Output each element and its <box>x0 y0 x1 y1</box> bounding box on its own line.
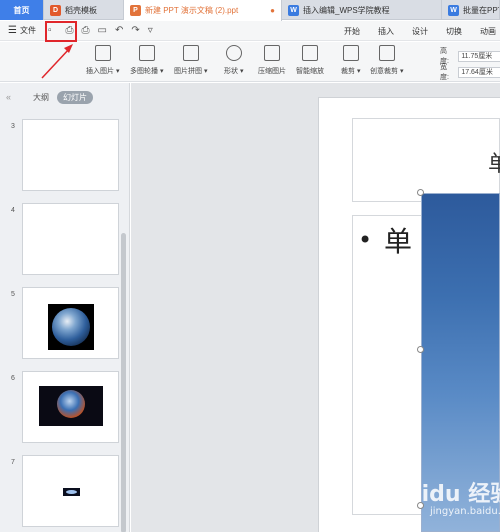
creative-crop-label: 创意裁剪 ▾ <box>370 68 404 75</box>
tab-home[interactable]: 首页 <box>0 0 44 20</box>
slide-number: 7 <box>11 459 15 466</box>
shape-icon <box>225 45 242 61</box>
slide-number: 5 <box>11 291 15 298</box>
print-icon[interactable]: ⎙ <box>82 25 90 36</box>
quick-access-more-icon[interactable]: ▿ <box>148 25 153 36</box>
resize-handle-middle-left[interactable] <box>417 346 424 353</box>
bullet-icon: • <box>358 226 373 254</box>
watermark-sub: jingyan.baidu.com <box>430 506 500 517</box>
slide-number: 4 <box>11 207 15 214</box>
compress-label: 压缩图片 <box>258 68 286 75</box>
slide-panel-tabs: « 大纲 幻灯片 <box>0 83 130 111</box>
docer-icon: D <box>50 4 61 16</box>
insert-image-button[interactable]: 插入图片 ▾ <box>86 45 119 76</box>
width-input[interactable]: 17.64厘米 <box>458 66 500 78</box>
shape-label: 形状 ▾ <box>224 68 244 75</box>
carousel-button[interactable]: 多图轮播 ▾ <box>130 45 163 76</box>
insert-image-label: 插入图片 ▾ <box>86 68 120 75</box>
tab-docer[interactable]: D 稻壳模板 <box>44 0 124 20</box>
outline-tab[interactable]: 大纲 <box>33 92 49 103</box>
highlight-box <box>45 21 77 42</box>
slide-thumbnail-5[interactable] <box>22 287 119 359</box>
tab-home-label: 首页 <box>13 5 30 15</box>
tab-batch-ppt[interactable]: W 批量在PPT <box>442 0 500 20</box>
width-label: 宽度: <box>440 64 449 81</box>
smart-scale-label: 智能缩放 <box>296 68 324 75</box>
carousel-label: 多图轮播 ▾ <box>130 68 164 75</box>
creative-crop-icon <box>378 45 395 61</box>
slide-thumbnail-4[interactable] <box>22 203 119 275</box>
shape-button[interactable]: 形状 ▾ <box>224 45 243 76</box>
ribbon-tabs: 开始 插入 设计 切换 动画 <box>326 21 500 41</box>
galaxy-image <box>63 488 80 496</box>
unsaved-dot-icon[interactable]: ● <box>270 6 275 15</box>
smart-scale-button[interactable]: 智能缩放 <box>296 45 324 76</box>
tab-bar: 首页 D 稻壳模板 P 新建 PPT 演示文稿 (2).ppt ● W 插入编辑… <box>0 0 500 21</box>
height-input[interactable]: 11.75厘米 <box>458 50 500 62</box>
creative-crop-button[interactable]: 创意裁剪 ▾ <box>370 45 403 76</box>
slide-panel-scrollbar[interactable] <box>121 233 126 532</box>
tab-wps-tutorial[interactable]: W 插入编辑_WPS学院教程 <box>282 0 442 20</box>
collage-label: 图片拼图 ▾ <box>174 68 208 75</box>
annotation-arrow-icon <box>41 44 73 79</box>
slide-number: 3 <box>11 123 15 130</box>
crop-icon <box>342 45 359 61</box>
ribbon-tab-animation[interactable]: 动画 <box>480 26 496 37</box>
compress-icon <box>264 45 280 61</box>
collapse-panel-icon[interactable]: « <box>6 92 11 102</box>
slide-number: 6 <box>11 375 15 382</box>
title-placeholder[interactable] <box>352 118 500 202</box>
resize-handle-top-left[interactable] <box>417 189 424 196</box>
crop-label: 裁剪 ▾ <box>341 68 361 75</box>
undo-icon[interactable]: ↶ <box>115 25 123 36</box>
slide-body-text: 单 <box>384 225 413 258</box>
file-menu[interactable]: ☰ 文件 <box>0 25 36 36</box>
slide-panel: « 大纲 幻灯片 3 4 5 6 7 <box>0 83 130 532</box>
compress-image-button[interactable]: 压缩图片 <box>258 45 286 76</box>
wps-icon: W <box>288 4 299 16</box>
ppt-icon: P <box>130 5 141 16</box>
earth-hands-image <box>39 386 103 426</box>
hamburger-icon: ☰ <box>8 25 17 36</box>
ribbon-tab-design[interactable]: 设计 <box>412 26 428 37</box>
tab-ppt-document[interactable]: P 新建 PPT 演示文稿 (2).ppt ● <box>124 0 282 21</box>
collage-icon <box>182 45 199 61</box>
tab-docer-label: 稻壳模板 <box>65 5 97 15</box>
width-control: 宽度: 17.64厘米 <box>440 62 500 82</box>
insert-image-icon <box>94 45 111 61</box>
slide-thumbnail-3[interactable] <box>22 119 119 191</box>
crop-button[interactable]: 裁剪 ▾ <box>341 45 360 76</box>
slide-thumbnail-7[interactable] <box>22 455 119 527</box>
tab-wps-label: 插入编辑_WPS学院教程 <box>303 5 390 15</box>
carousel-icon <box>138 45 155 61</box>
ribbon-tab-insert[interactable]: 插入 <box>378 26 394 37</box>
earth-image <box>48 304 94 350</box>
file-menu-label: 文件 <box>19 26 36 35</box>
print-preview-icon[interactable]: ▭ <box>98 25 107 36</box>
slide-thumbnail-6[interactable] <box>22 371 119 443</box>
watermark-text: Baidu 经验 <box>390 482 500 507</box>
tab-batch-label: 批量在PPT <box>463 5 500 15</box>
ribbon-tab-transition[interactable]: 切换 <box>446 26 462 37</box>
tab-ppt-label: 新建 PPT 演示文稿 (2).ppt <box>145 6 239 15</box>
wps-icon: W <box>448 4 459 16</box>
slides-tab[interactable]: 幻灯片 <box>57 90 94 104</box>
baidu-watermark: Baidu 经验 jingyan.baidu.com <box>390 476 500 517</box>
redo-icon[interactable]: ↷ <box>131 25 139 36</box>
smart-scale-icon <box>302 45 318 61</box>
collage-button[interactable]: 图片拼图 ▾ <box>174 45 207 76</box>
ribbon-tab-home[interactable]: 开始 <box>344 26 360 37</box>
slide-title-text: 单 <box>488 152 500 177</box>
